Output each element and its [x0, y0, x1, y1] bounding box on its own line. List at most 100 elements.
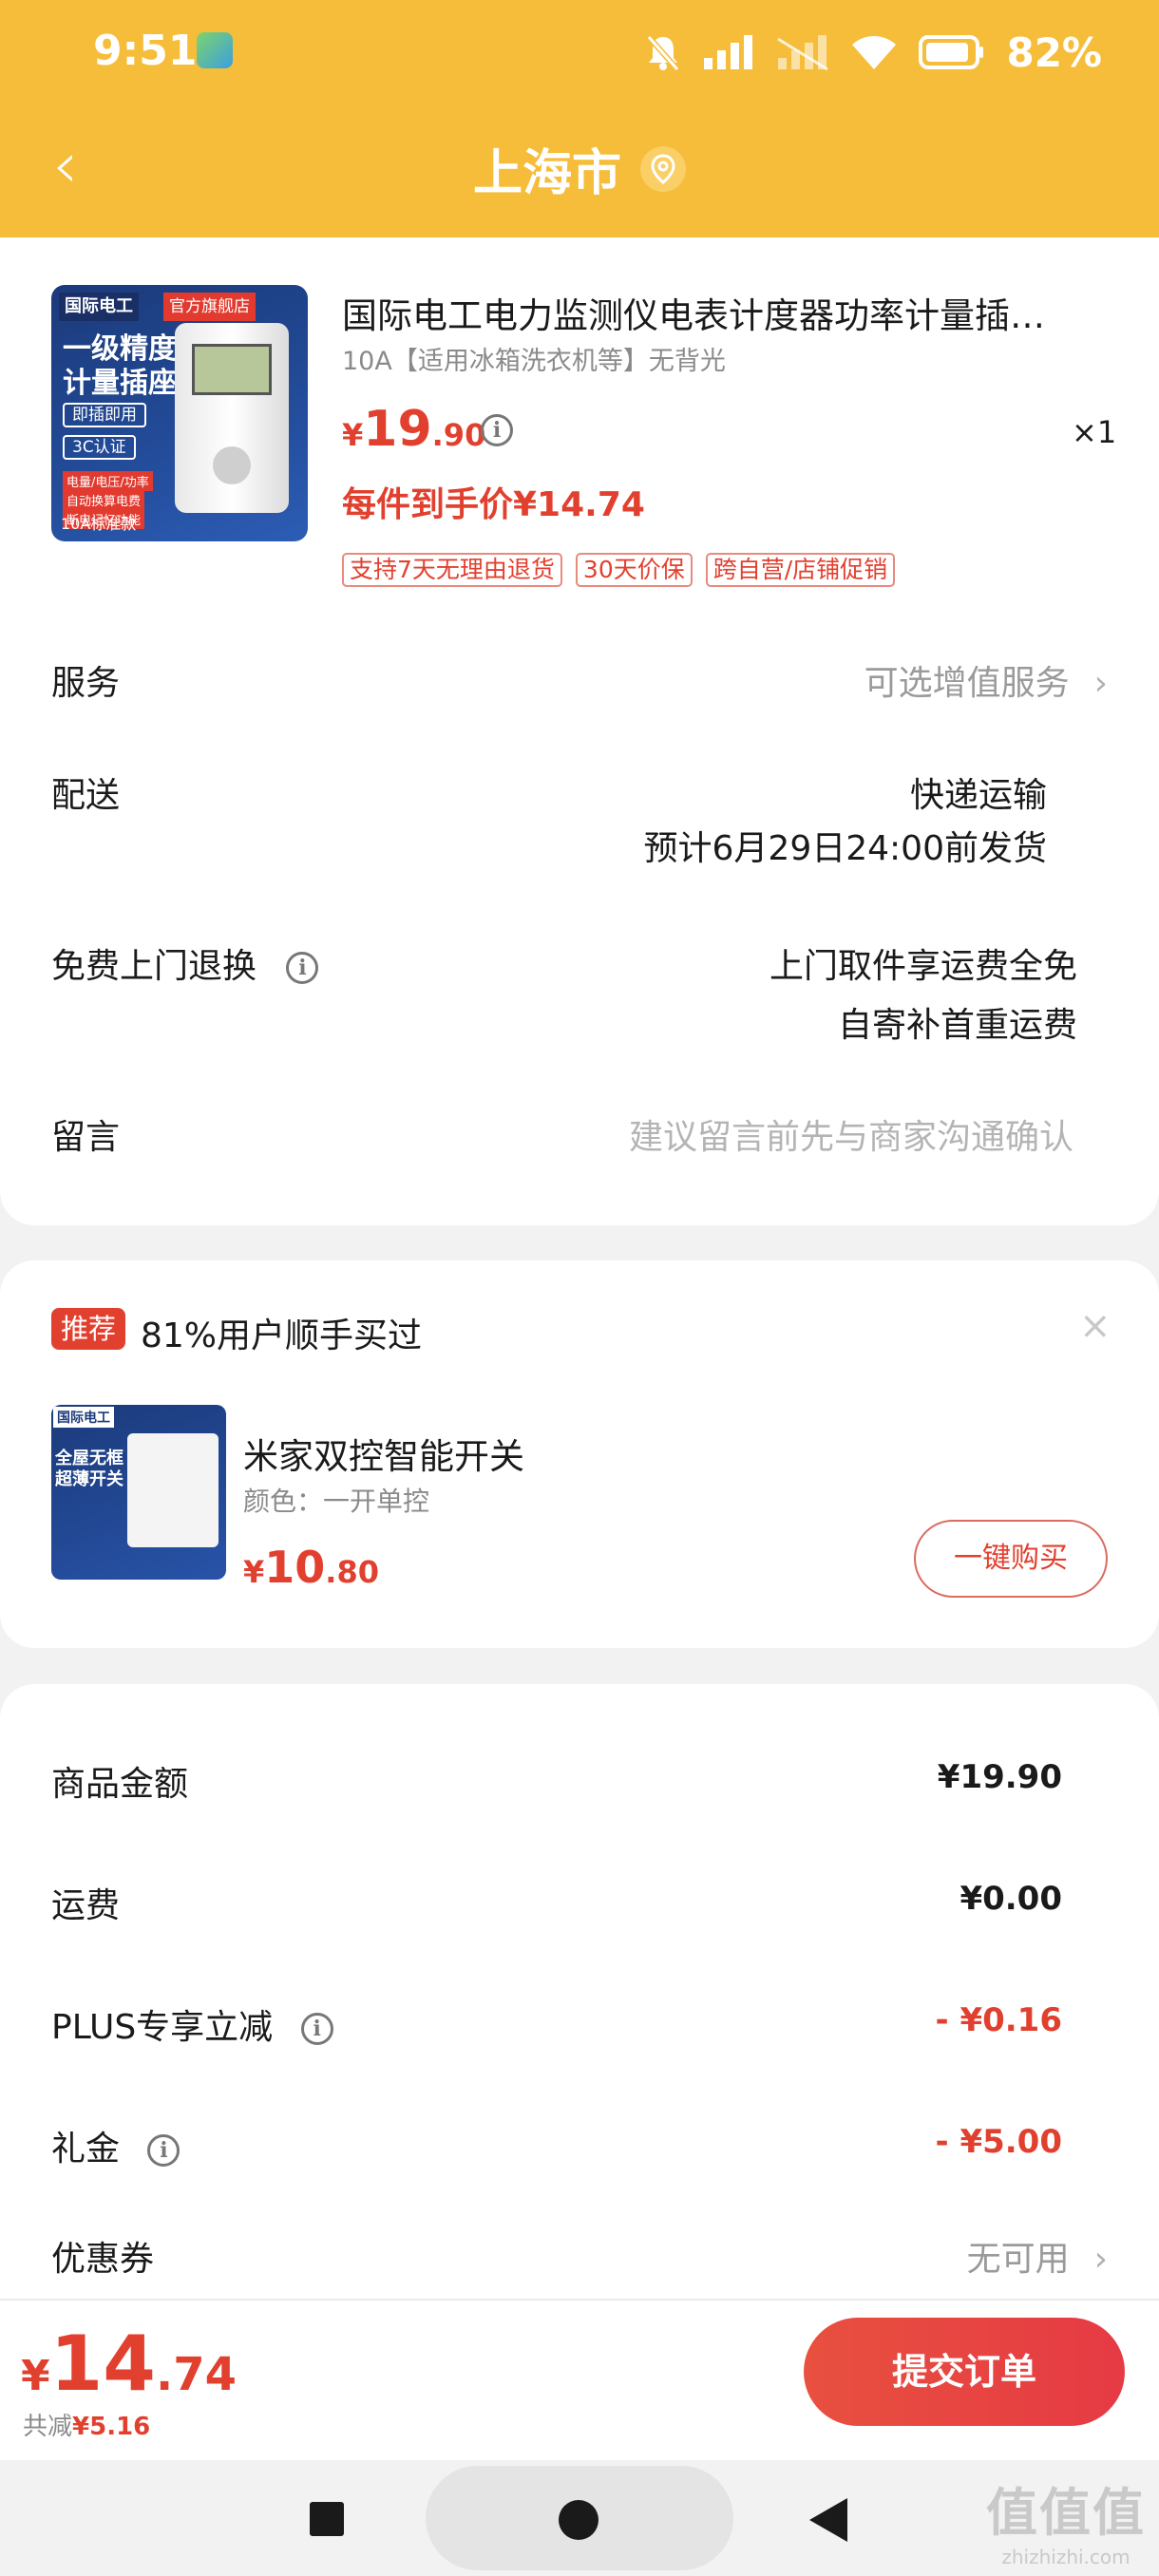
recommend-image-brand: 国际电工	[53, 1407, 114, 1428]
order-confirm-page: 9:51 82% ‹ 上海市 国际电工 官方旗舰店 一级精度 计量插座 即插即用…	[0, 0, 1159, 2576]
info-icon[interactable]: i	[286, 952, 319, 984]
gift-label: 礼金 i	[51, 2121, 180, 2170]
status-time: 9:51	[93, 27, 198, 75]
recommend-image-headline-2: 超薄开关	[55, 1469, 124, 1489]
goods-amount-value: ¥19.90	[937, 1758, 1062, 1796]
app-notification-icon	[197, 32, 233, 68]
product-tags: 支持7天无理由退货 30天价保 跨自营/店铺促销	[342, 553, 896, 587]
tag-promotion: 跨自营/店铺促销	[705, 553, 896, 587]
image-headline: 一级精度 计量插座	[63, 332, 177, 401]
header: 9:51 82% ‹ 上海市	[0, 0, 1159, 237]
one-click-buy-button[interactable]: 一键购买	[914, 1520, 1108, 1598]
recents-button[interactable]	[310, 2502, 344, 2536]
recommend-price: ¥10.80	[243, 1542, 379, 1593]
recommend-price-decimal: .80	[325, 1554, 379, 1590]
battery-percent: 82%	[1006, 28, 1102, 76]
plus-discount-text: PLUS专享立减	[51, 2008, 274, 2047]
message-label: 留言	[51, 1118, 121, 1157]
image-badge-1: 即插即用	[63, 403, 146, 427]
product-spec[interactable]: 10A【适用冰箱洗衣机等】无背光	[342, 340, 726, 377]
signal-weak-icon	[777, 35, 829, 71]
plus-discount-value: - ¥0.16	[935, 2001, 1063, 2039]
total-saved[interactable]: 共减¥5.16	[23, 2407, 150, 2442]
chevron-right-icon: ›	[1093, 664, 1108, 703]
gift-value: - ¥5.00	[935, 2123, 1063, 2161]
chevron-right-icon: ›	[1093, 2240, 1108, 2279]
image-socket	[213, 446, 251, 484]
bottom-bar: ¥14.74 共减¥5.16 提交订单	[0, 2299, 1159, 2460]
signal-icon	[704, 35, 753, 69]
watermark-url: zhizhizhi.com	[1001, 2546, 1130, 2568]
saved-value: ¥5.16	[72, 2413, 151, 2441]
recommend-price-currency: ¥	[243, 1554, 265, 1590]
switch-panel	[127, 1433, 218, 1547]
total-integer: 14	[49, 2320, 156, 2408]
recommend-name[interactable]: 米家双控智能开关	[243, 1428, 524, 1479]
delivery-method: 快递运输	[909, 776, 1047, 815]
page-title: 上海市	[472, 145, 621, 202]
price-decimal: .90	[431, 417, 486, 453]
recommend-badge: 推荐	[51, 1308, 126, 1350]
mute-bell-icon	[647, 35, 680, 71]
system-nav-bar: 值值值 zhizhizhi.com	[0, 2460, 1159, 2576]
watermark-logo: 值值值	[986, 2483, 1146, 2543]
recommend-title: 81%用户顺手买过	[141, 1316, 423, 1355]
product-quantity[interactable]: ×1	[1072, 414, 1116, 450]
delivery-label: 配送	[51, 776, 121, 815]
watermark: 值值值 zhizhizhi.com	[986, 2471, 1146, 2568]
saved-prefix: 共减	[23, 2413, 73, 2441]
coupon-label: 优惠券	[51, 2240, 155, 2279]
goods-amount-label: 商品金额	[51, 1765, 189, 1804]
status-bar: 9:51 82%	[0, 0, 1159, 104]
summary-card: 商品金额 ¥19.90 运费 ¥0.00 PLUS专享立减 i - ¥0.16 …	[0, 1684, 1159, 2301]
free-return-text: 免费上门退换	[51, 947, 257, 986]
free-return-value-1: 上门取件享运费全免	[769, 947, 1077, 986]
plus-discount-label: PLUS专享立减 i	[51, 1999, 333, 2049]
image-headline-2: 计量插座	[63, 367, 177, 400]
recommend-image-headline: 全屋无框 超薄开关	[55, 1449, 124, 1490]
service-value: 可选增值服务 ›	[864, 655, 1108, 705]
info-icon[interactable]: i	[300, 2013, 333, 2045]
image-mini-2: 自动换算电费	[63, 490, 145, 510]
image-lcd	[192, 344, 272, 395]
info-icon[interactable]: i	[147, 2134, 180, 2167]
coupon-value-text: 无可用	[966, 2240, 1070, 2279]
total-decimal: .74	[155, 2348, 237, 2401]
shipping-value: ¥0.00	[960, 1880, 1062, 1918]
message-input[interactable]: 建议留言前先与商家沟通确认	[629, 1109, 1074, 1159]
location-pin-icon	[640, 145, 686, 192]
image-badge-2: 3C认证	[63, 435, 136, 460]
service-label: 服务	[51, 664, 121, 703]
free-return-label: 免费上门退换 i	[51, 938, 319, 988]
price-currency: ¥	[342, 417, 364, 453]
delivery-estimate: 预计6月29日24:00前发货	[643, 829, 1047, 868]
tag-price-protect: 30天价保	[575, 553, 693, 587]
recommend-price-integer: 10	[264, 1542, 326, 1593]
free-return-value-2: 自寄补首重运费	[837, 1006, 1077, 1045]
product-title[interactable]: 国际电工电力监测仪电表计度器功率计量插…	[342, 287, 1102, 338]
image-store: 官方旗舰店	[163, 293, 256, 321]
product-image[interactable]: 国际电工 官方旗舰店 一级精度 计量插座 即插即用 3C认证 电量/电压/功率 …	[51, 285, 308, 541]
image-mini-1: 电量/电压/功率	[63, 471, 153, 491]
recommend-image-headline-1: 全屋无框	[55, 1449, 124, 1468]
shipping-label: 运费	[51, 1886, 121, 1925]
price-info-icon[interactable]: i	[481, 414, 513, 446]
status-icons: 82%	[645, 28, 1102, 76]
total-currency: ¥	[21, 2352, 50, 2400]
tag-return: 支持7天无理由退货	[342, 553, 562, 587]
coupon-value: 无可用 ›	[967, 2231, 1108, 2281]
image-footer: 10A标准款	[61, 515, 137, 533]
submit-order-button[interactable]: 提交订单	[804, 2318, 1125, 2426]
price-integer: 19	[363, 401, 432, 458]
battery-icon	[919, 35, 984, 69]
close-icon[interactable]: ×	[1079, 1304, 1112, 1348]
service-value-text: 可选增值服务	[864, 664, 1070, 703]
net-price: 每件到手价¥14.74	[342, 485, 645, 524]
back-triangle-button[interactable]	[809, 2498, 847, 2542]
product-card: 国际电工 官方旗舰店 一级精度 计量插座 即插即用 3C认证 电量/电压/功率 …	[0, 237, 1159, 1225]
home-button[interactable]	[559, 2500, 598, 2540]
image-device	[175, 323, 289, 513]
image-brand: 国际电工	[59, 293, 139, 321]
location-selector[interactable]: 上海市	[0, 133, 1159, 204]
recommend-image[interactable]: 国际电工 全屋无框 超薄开关	[51, 1405, 226, 1580]
